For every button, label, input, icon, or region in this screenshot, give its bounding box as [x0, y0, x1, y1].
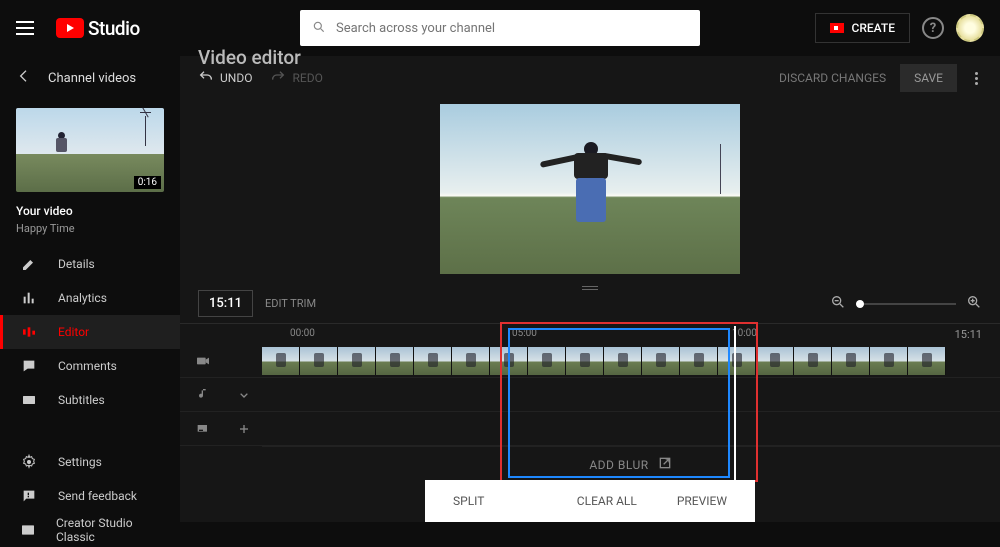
- bottom-toolbar: SPLIT CLEAR ALL PREVIEW: [425, 480, 755, 522]
- preview-button[interactable]: PREVIEW: [677, 494, 727, 508]
- sidebar-item-analytics[interactable]: Analytics: [0, 281, 180, 315]
- editor-content: Video editor UNDO REDO DISCARD CHANGES S…: [180, 56, 1000, 522]
- redo-button[interactable]: REDO: [270, 69, 322, 88]
- avatar[interactable]: [956, 14, 984, 42]
- sidebar-item-settings[interactable]: Settings: [0, 445, 180, 479]
- end-time-label: 15:11: [955, 328, 982, 341]
- gear-icon: [20, 453, 38, 471]
- arrow-left-icon: [16, 68, 32, 88]
- video-title: Happy Time: [0, 222, 180, 247]
- video-track[interactable]: [180, 344, 1000, 378]
- sidebar: Channel videos 0:16 Your video Happy Tim…: [0, 56, 180, 522]
- plus-icon[interactable]: [226, 421, 262, 437]
- video-thumbnail[interactable]: 0:16: [16, 108, 164, 192]
- save-button[interactable]: SAVE: [900, 64, 957, 92]
- camera-icon: [830, 23, 844, 33]
- thumbnail-duration: 0:16: [134, 176, 161, 189]
- sidebar-item-feedback[interactable]: Send feedback: [0, 479, 180, 513]
- video-preview[interactable]: [440, 104, 740, 274]
- search-input[interactable]: [336, 21, 688, 36]
- page-title: Video editor: [198, 46, 301, 69]
- hamburger-menu-icon[interactable]: [16, 16, 40, 40]
- pencil-icon: [20, 255, 38, 273]
- music-note-icon: [180, 387, 226, 403]
- feedback-icon: [20, 487, 38, 505]
- film-strip[interactable]: [262, 347, 1000, 375]
- endscreen-icon: [180, 421, 226, 437]
- clear-all-button[interactable]: CLEAR ALL: [577, 494, 637, 508]
- sidebar-item-comments[interactable]: Comments: [0, 349, 180, 383]
- classic-icon: [20, 521, 36, 539]
- sidebar-item-classic[interactable]: Creator Studio Classic: [0, 513, 180, 547]
- back-to-channel-videos[interactable]: Channel videos: [0, 60, 180, 96]
- sidebar-item-subtitles[interactable]: Subtitles: [0, 383, 180, 417]
- endscreen-track[interactable]: [180, 412, 1000, 446]
- undo-button[interactable]: UNDO: [198, 69, 252, 88]
- video-track-icon: [180, 353, 226, 369]
- zoom-out-icon[interactable]: [830, 294, 846, 314]
- editor-icon: [20, 323, 38, 341]
- current-time[interactable]: 15:11: [198, 290, 253, 317]
- redo-icon: [270, 69, 286, 88]
- zoom-in-icon[interactable]: [966, 294, 982, 314]
- comments-icon: [20, 357, 38, 375]
- help-icon[interactable]: ?: [922, 17, 944, 39]
- more-options-icon[interactable]: [971, 68, 982, 89]
- search-icon: [312, 19, 326, 38]
- open-external-icon: [657, 455, 673, 474]
- drag-handle-icon[interactable]: [582, 286, 598, 290]
- split-button[interactable]: SPLIT: [453, 494, 484, 508]
- discard-button[interactable]: DISCARD CHANGES: [779, 71, 886, 85]
- edit-trim-button[interactable]: EDIT TRIM: [265, 297, 316, 310]
- search-box[interactable]: [300, 10, 700, 46]
- chevron-down-icon[interactable]: [226, 387, 262, 403]
- studio-logo[interactable]: Studio: [56, 17, 140, 40]
- analytics-icon: [20, 289, 38, 307]
- sidebar-item-editor[interactable]: Editor: [0, 315, 180, 349]
- time-ruler[interactable]: 00:00 05:00 10:00 15:11: [180, 324, 1000, 344]
- youtube-icon: [56, 18, 84, 38]
- undo-icon: [198, 69, 214, 88]
- your-video-label: Your video: [0, 200, 180, 222]
- audio-track[interactable]: [180, 378, 1000, 412]
- sidebar-item-details[interactable]: Details: [0, 247, 180, 281]
- add-blur-button[interactable]: ADD BLUR: [262, 446, 1000, 482]
- create-button[interactable]: CREATE: [815, 13, 910, 43]
- zoom-slider[interactable]: [856, 303, 956, 305]
- logo-text: Studio: [88, 17, 140, 40]
- subtitles-icon: [20, 391, 38, 409]
